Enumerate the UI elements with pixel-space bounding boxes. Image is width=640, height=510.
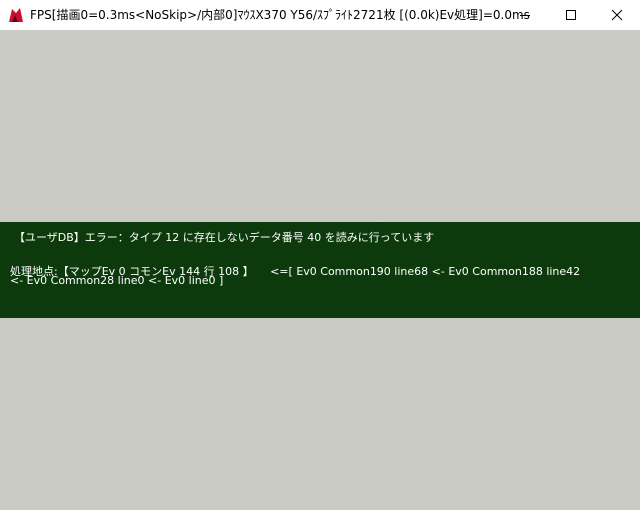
maximize-button[interactable] — [548, 0, 594, 30]
minimize-button[interactable] — [502, 0, 548, 30]
title-bar[interactable]: FPS[描画0=0.3ms<NoSkip>/内部0]ﾏｳｽX370 Y56/ｽﾌ… — [0, 0, 640, 30]
error-panel: 【ユーザDB】エラー：タイプ 12 に存在しないデータ番号 40 を読みに行って… — [0, 222, 640, 318]
maximize-icon — [566, 10, 576, 20]
window-title: FPS[描画0=0.3ms<NoSkip>/内部0]ﾏｳｽX370 Y56/ｽﾌ… — [30, 8, 530, 22]
close-button[interactable] — [594, 0, 640, 30]
minimize-icon — [520, 15, 530, 16]
close-icon — [611, 9, 623, 21]
error-location-continued: <- Ev0 Common28 line0 <- Ev0 line0 ] — [10, 274, 224, 287]
error-message: 【ユーザDB】エラー：タイプ 12 に存在しないデータ番号 40 を読みに行って… — [14, 231, 435, 244]
app-icon — [9, 8, 23, 22]
